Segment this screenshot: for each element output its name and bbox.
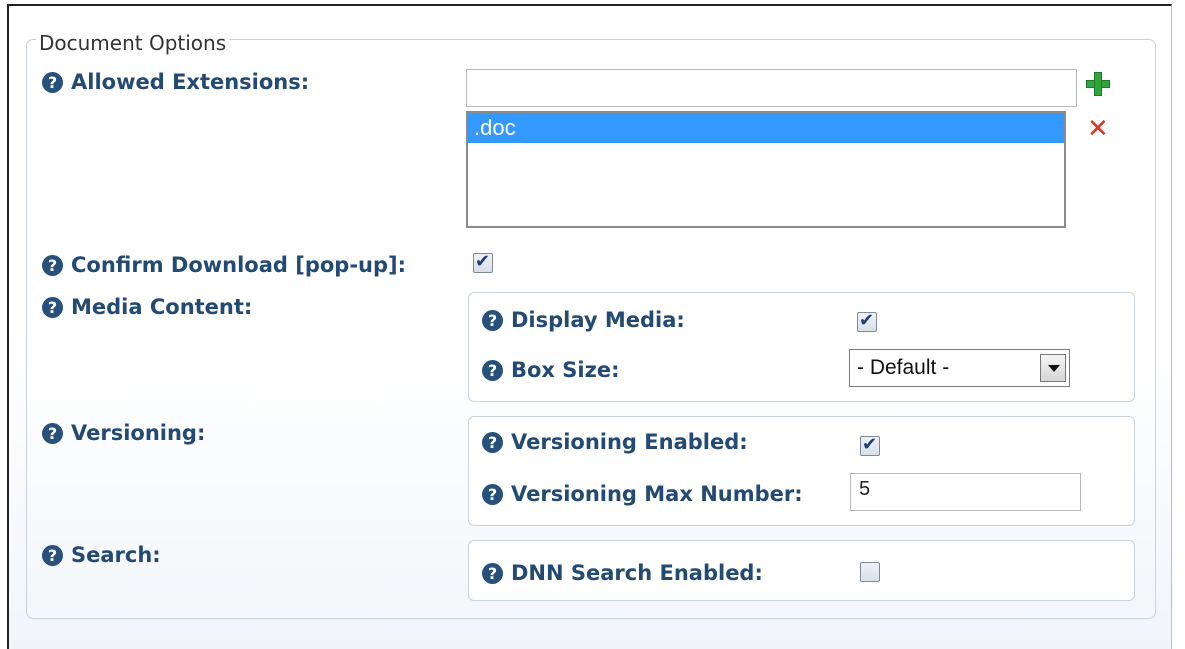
- versioning-max-row-label: ? Versioning Max Number:: [482, 482, 803, 506]
- box-size-select[interactable]: - Default -: [849, 349, 1070, 387]
- check-icon: ✔: [862, 434, 878, 455]
- extensions-listbox[interactable]: .doc: [466, 111, 1066, 228]
- display-media-checkbox[interactable]: ✔: [857, 310, 877, 332]
- confirm-download-checkbox[interactable]: ✔: [473, 251, 493, 273]
- media-content-row-label: ? Media Content:: [42, 295, 252, 319]
- check-icon: ✔: [859, 310, 875, 331]
- box-size-value: - Default -: [857, 356, 950, 379]
- help-icon[interactable]: ?: [42, 71, 63, 93]
- versioning-label: Versioning:: [71, 421, 206, 445]
- dnn-search-row-label: ? DNN Search Enabled:: [482, 561, 763, 585]
- dnn-search-checkbox[interactable]: [860, 562, 880, 582]
- allowed-extensions-row-label: ? Allowed Extensions:: [42, 70, 309, 94]
- help-icon[interactable]: ?: [482, 483, 503, 505]
- search-label: Search:: [71, 543, 161, 567]
- box-size-label: Box Size:: [511, 358, 620, 382]
- help-icon[interactable]: ?: [42, 544, 63, 566]
- confirm-download-label: Confirm Download [pop-up]:: [71, 253, 407, 277]
- dnn-search-label: DNN Search Enabled:: [511, 561, 763, 585]
- help-icon[interactable]: ?: [482, 309, 503, 331]
- help-icon[interactable]: ?: [482, 359, 503, 381]
- fieldset-legend: Document Options: [36, 31, 230, 55]
- confirm-download-row-label: ? Confirm Download [pop-up]:: [42, 253, 406, 277]
- box-size-row-label: ? Box Size:: [482, 358, 619, 382]
- help-icon[interactable]: ?: [42, 422, 63, 444]
- versioning-enabled-checkbox[interactable]: ✔: [860, 434, 880, 456]
- chevron-down-icon[interactable]: [1040, 354, 1066, 382]
- check-icon: ✔: [475, 251, 491, 272]
- help-icon[interactable]: ?: [482, 562, 503, 584]
- versioning-row-label: ? Versioning:: [42, 421, 205, 445]
- versioning-enabled-row-label: ? Versioning Enabled:: [482, 430, 748, 454]
- help-icon[interactable]: ?: [482, 431, 503, 453]
- extension-input[interactable]: [466, 69, 1077, 107]
- allowed-extensions-label: Allowed Extensions:: [71, 70, 310, 94]
- versioning-max-label: Versioning Max Number:: [511, 482, 803, 506]
- help-icon[interactable]: ?: [42, 254, 63, 276]
- help-icon[interactable]: ?: [42, 296, 63, 318]
- versioning-enabled-label: Versioning Enabled:: [511, 430, 748, 454]
- list-item[interactable]: .doc: [468, 113, 1064, 143]
- display-media-label: Display Media:: [511, 308, 685, 332]
- add-icon[interactable]: [1086, 72, 1110, 96]
- search-row-label: ? Search:: [42, 543, 161, 567]
- media-content-label: Media Content:: [71, 295, 253, 319]
- remove-icon[interactable]: ✕: [1087, 116, 1109, 142]
- display-media-row-label: ? Display Media:: [482, 308, 685, 332]
- versioning-max-input[interactable]: 5: [850, 473, 1081, 511]
